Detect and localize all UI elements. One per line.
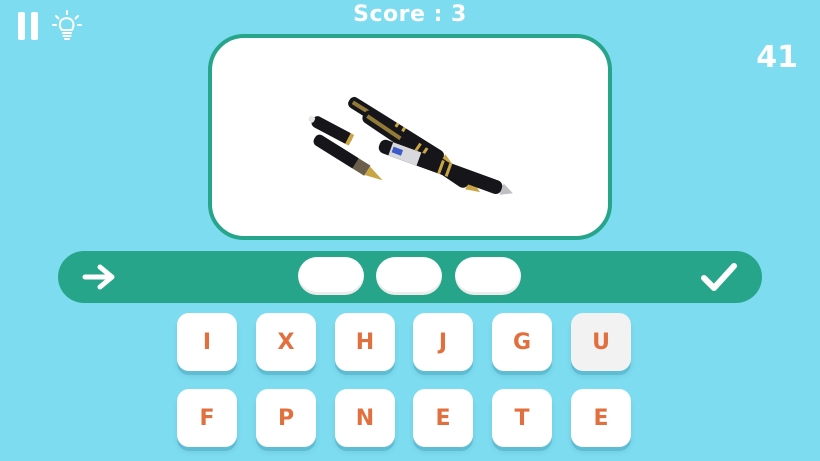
letter-key[interactable]: I [177,313,237,371]
letter-key[interactable]: G [492,313,552,371]
letter-key[interactable]: F [177,389,237,447]
back-button[interactable] [82,263,118,291]
arrow-right-icon [82,264,115,290]
letter-key[interactable]: X [256,313,316,371]
letter-key[interactable]: N [335,389,395,447]
score-label: Score : 3 [353,2,467,27]
puzzle-image-card [208,34,612,240]
letter-key[interactable]: U [571,313,631,371]
answer-slot-1[interactable] [298,257,364,295]
letter-key[interactable]: E [571,389,631,447]
letter-key[interactable]: J [413,313,473,371]
letter-key[interactable]: T [492,389,552,447]
checkmark-icon [701,263,737,291]
letter-key[interactable]: E [413,389,473,447]
letter-key[interactable]: P [256,389,316,447]
letter-key[interactable]: H [335,313,395,371]
answer-bar [58,251,762,303]
timer-countdown: 41 [756,40,798,75]
answer-slot-3[interactable] [455,257,521,295]
pens-picture [308,96,513,195]
submit-button[interactable] [700,261,738,293]
answer-slot-2[interactable] [376,257,442,295]
